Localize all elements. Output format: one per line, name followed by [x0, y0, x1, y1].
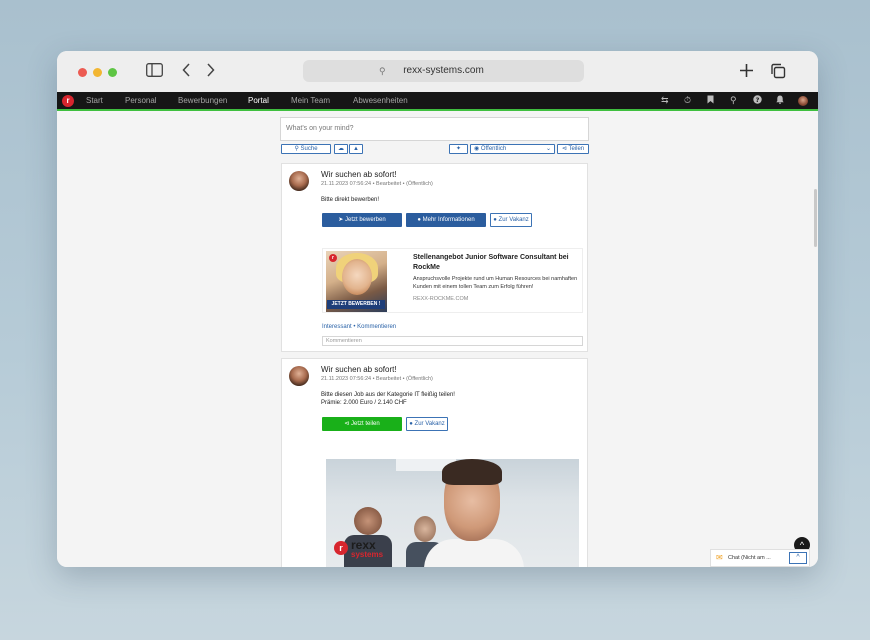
- more-info-button-label: Mehr Informationen: [422, 217, 475, 223]
- chat-toggle-button[interactable]: ^: [789, 552, 807, 564]
- plus-icon[interactable]: [739, 63, 754, 81]
- nav-item-mein-team[interactable]: Mein Team: [291, 92, 330, 109]
- post-actions[interactable]: Interessant • Kommentieren: [322, 324, 396, 330]
- trophy-icon: ●: [417, 217, 421, 223]
- logo-text-systems: systems: [351, 550, 384, 559]
- share-now-button-label: Jetzt teilen: [351, 421, 380, 427]
- browser-toolbar: ⚲ rexx-systems.com: [57, 51, 818, 92]
- chevron-down-icon: ⌄: [545, 146, 551, 152]
- rexx-logo: r: [329, 254, 337, 262]
- post-card: Wir suchen ab sofort! 21.11.2023 07:56:2…: [281, 163, 588, 352]
- send-icon: ➤: [338, 217, 344, 223]
- share-icon: ⊲: [561, 146, 567, 152]
- vacancy-button[interactable]: ● Zur Vakanz: [490, 213, 532, 227]
- vacancy-button-label: Zur Vakanz: [498, 217, 529, 223]
- preview-image-face: [342, 259, 372, 295]
- portal-feed: What's on your mind? ⚲ Suche ☁ ▲ ✦ ◉ Öff…: [57, 113, 818, 567]
- preview-image: r JETZT BEWERBEN !: [326, 251, 387, 312]
- post-author-avatar[interactable]: [289, 366, 309, 386]
- banner-person-head: [354, 507, 382, 535]
- post-card: Wir suchen ab sofort! 21.11.2023 07:56:2…: [281, 358, 588, 567]
- pin-icon[interactable]: ✦: [449, 144, 468, 154]
- post-title: Wir suchen ab sofort!: [321, 170, 397, 179]
- nav-item-abwesenheiten[interactable]: Abwesenheiten: [353, 92, 408, 109]
- preview-domain: REXX-ROCKME.COM: [413, 296, 469, 302]
- nav-item-portal[interactable]: Portal: [248, 92, 269, 109]
- visibility-select[interactable]: ◉ Öffentlich ⌄: [470, 144, 555, 154]
- minimize-window-button[interactable]: [93, 68, 102, 77]
- preview-image-badge: JETZT BEWERBEN !: [327, 300, 385, 309]
- post-body: Bitte direkt bewerben!: [321, 197, 380, 203]
- bell-icon[interactable]: [776, 92, 784, 109]
- chat-widget[interactable]: ✉ Chat (Nicht am ... ^: [710, 549, 810, 567]
- more-info-button[interactable]: ● Mehr Informationen: [406, 213, 486, 227]
- post-meta: 21.11.2023 07:56:24 • Bearbeitet • (Öffe…: [321, 181, 433, 187]
- banner-person-hair: [442, 459, 502, 485]
- apply-now-button-label: Jetzt bewerben: [345, 217, 386, 223]
- nav-item-bewerbungen[interactable]: Bewerbungen: [178, 92, 227, 109]
- upload-icon[interactable]: ☁: [334, 144, 348, 154]
- post-body-line: Bitte diesen Job aus der Kategorie IT fl…: [321, 392, 455, 398]
- scrollbar[interactable]: [814, 189, 817, 247]
- post-composer-input[interactable]: What's on your mind?: [280, 117, 589, 141]
- maximize-window-button[interactable]: [108, 68, 117, 77]
- tabs-icon[interactable]: [770, 63, 786, 82]
- banner-person-head: [414, 516, 436, 542]
- preview-description: Anspruchsvolle Projekte rund um Human Re…: [413, 276, 578, 290]
- share-button[interactable]: ⊲ Teilen: [557, 144, 589, 154]
- search-button[interactable]: ⚲ Suche: [281, 144, 331, 154]
- link-preview[interactable]: r JETZT BEWERBEN ! Stellenangebot Junior…: [322, 248, 583, 313]
- share-icon: ⊲: [344, 421, 350, 427]
- search-icon: ⚲: [294, 146, 299, 152]
- address-bar[interactable]: ⚲ rexx-systems.com: [303, 60, 584, 82]
- banner-person-shirt: [424, 539, 524, 567]
- chevron-left-icon[interactable]: [182, 63, 191, 80]
- url-text: rexx-systems.com: [403, 65, 484, 76]
- preview-title[interactable]: Stellenangebot Junior Software Consultan…: [413, 253, 578, 273]
- post-body-line: Prämie: 2.000 Euro / 2.140 CHF: [321, 400, 407, 406]
- job-banner-image[interactable]: r rexx systems: [326, 459, 579, 567]
- help-icon[interactable]: ?: [753, 92, 762, 109]
- swap-icon[interactable]: ⇆: [661, 92, 669, 109]
- nav-item-personal[interactable]: Personal: [125, 92, 157, 109]
- post-author-avatar[interactable]: [289, 171, 309, 191]
- svg-text:?: ?: [756, 96, 760, 104]
- bookmark-icon[interactable]: [707, 92, 714, 109]
- chat-icon: ✉: [716, 553, 723, 562]
- visibility-select-value: Öffentlich: [480, 146, 507, 152]
- share-button-label: Teilen: [568, 146, 585, 152]
- nav-item-start[interactable]: Start: [86, 92, 103, 109]
- chevron-right-icon[interactable]: [206, 63, 215, 80]
- avatar[interactable]: [798, 96, 808, 106]
- vacancy-button-label: Zur Vakanz: [414, 421, 445, 427]
- thumbs-up-icon[interactable]: ▲: [349, 144, 363, 154]
- rexx-logo-mark: r: [334, 541, 348, 555]
- search-button-label: Suche: [300, 146, 318, 152]
- comment-input[interactable]: Kommentieren: [322, 336, 583, 346]
- rexx-logo[interactable]: r: [62, 95, 74, 107]
- sidebar-icon[interactable]: [146, 63, 163, 80]
- search-icon: ⚲: [379, 66, 386, 76]
- timer-icon[interactable]: ⏱: [684, 92, 691, 109]
- apply-now-button[interactable]: ➤ Jetzt bewerben: [322, 213, 402, 227]
- globe-icon: ◉: [474, 146, 480, 152]
- search-icon[interactable]: ⚲: [730, 92, 737, 109]
- post-title: Wir suchen ab sofort!: [321, 365, 397, 374]
- app-navbar: r Start Personal Bewerbungen Portal Mein…: [57, 92, 818, 111]
- chat-status-label: Chat (Nicht am ...: [728, 555, 771, 561]
- trophy-icon: ●: [493, 217, 497, 223]
- share-now-button[interactable]: ⊲ Jetzt teilen: [322, 417, 402, 431]
- vacancy-button[interactable]: ● Zur Vakanz: [406, 417, 448, 431]
- post-meta: 21.11.2023 07:56:24 • Bearbeitet • (Öffe…: [321, 376, 433, 382]
- trophy-icon: ●: [409, 421, 413, 427]
- close-window-button[interactable]: [78, 68, 87, 77]
- browser-window: ⚲ rexx-systems.com r Start Personal Bewe…: [57, 51, 818, 567]
